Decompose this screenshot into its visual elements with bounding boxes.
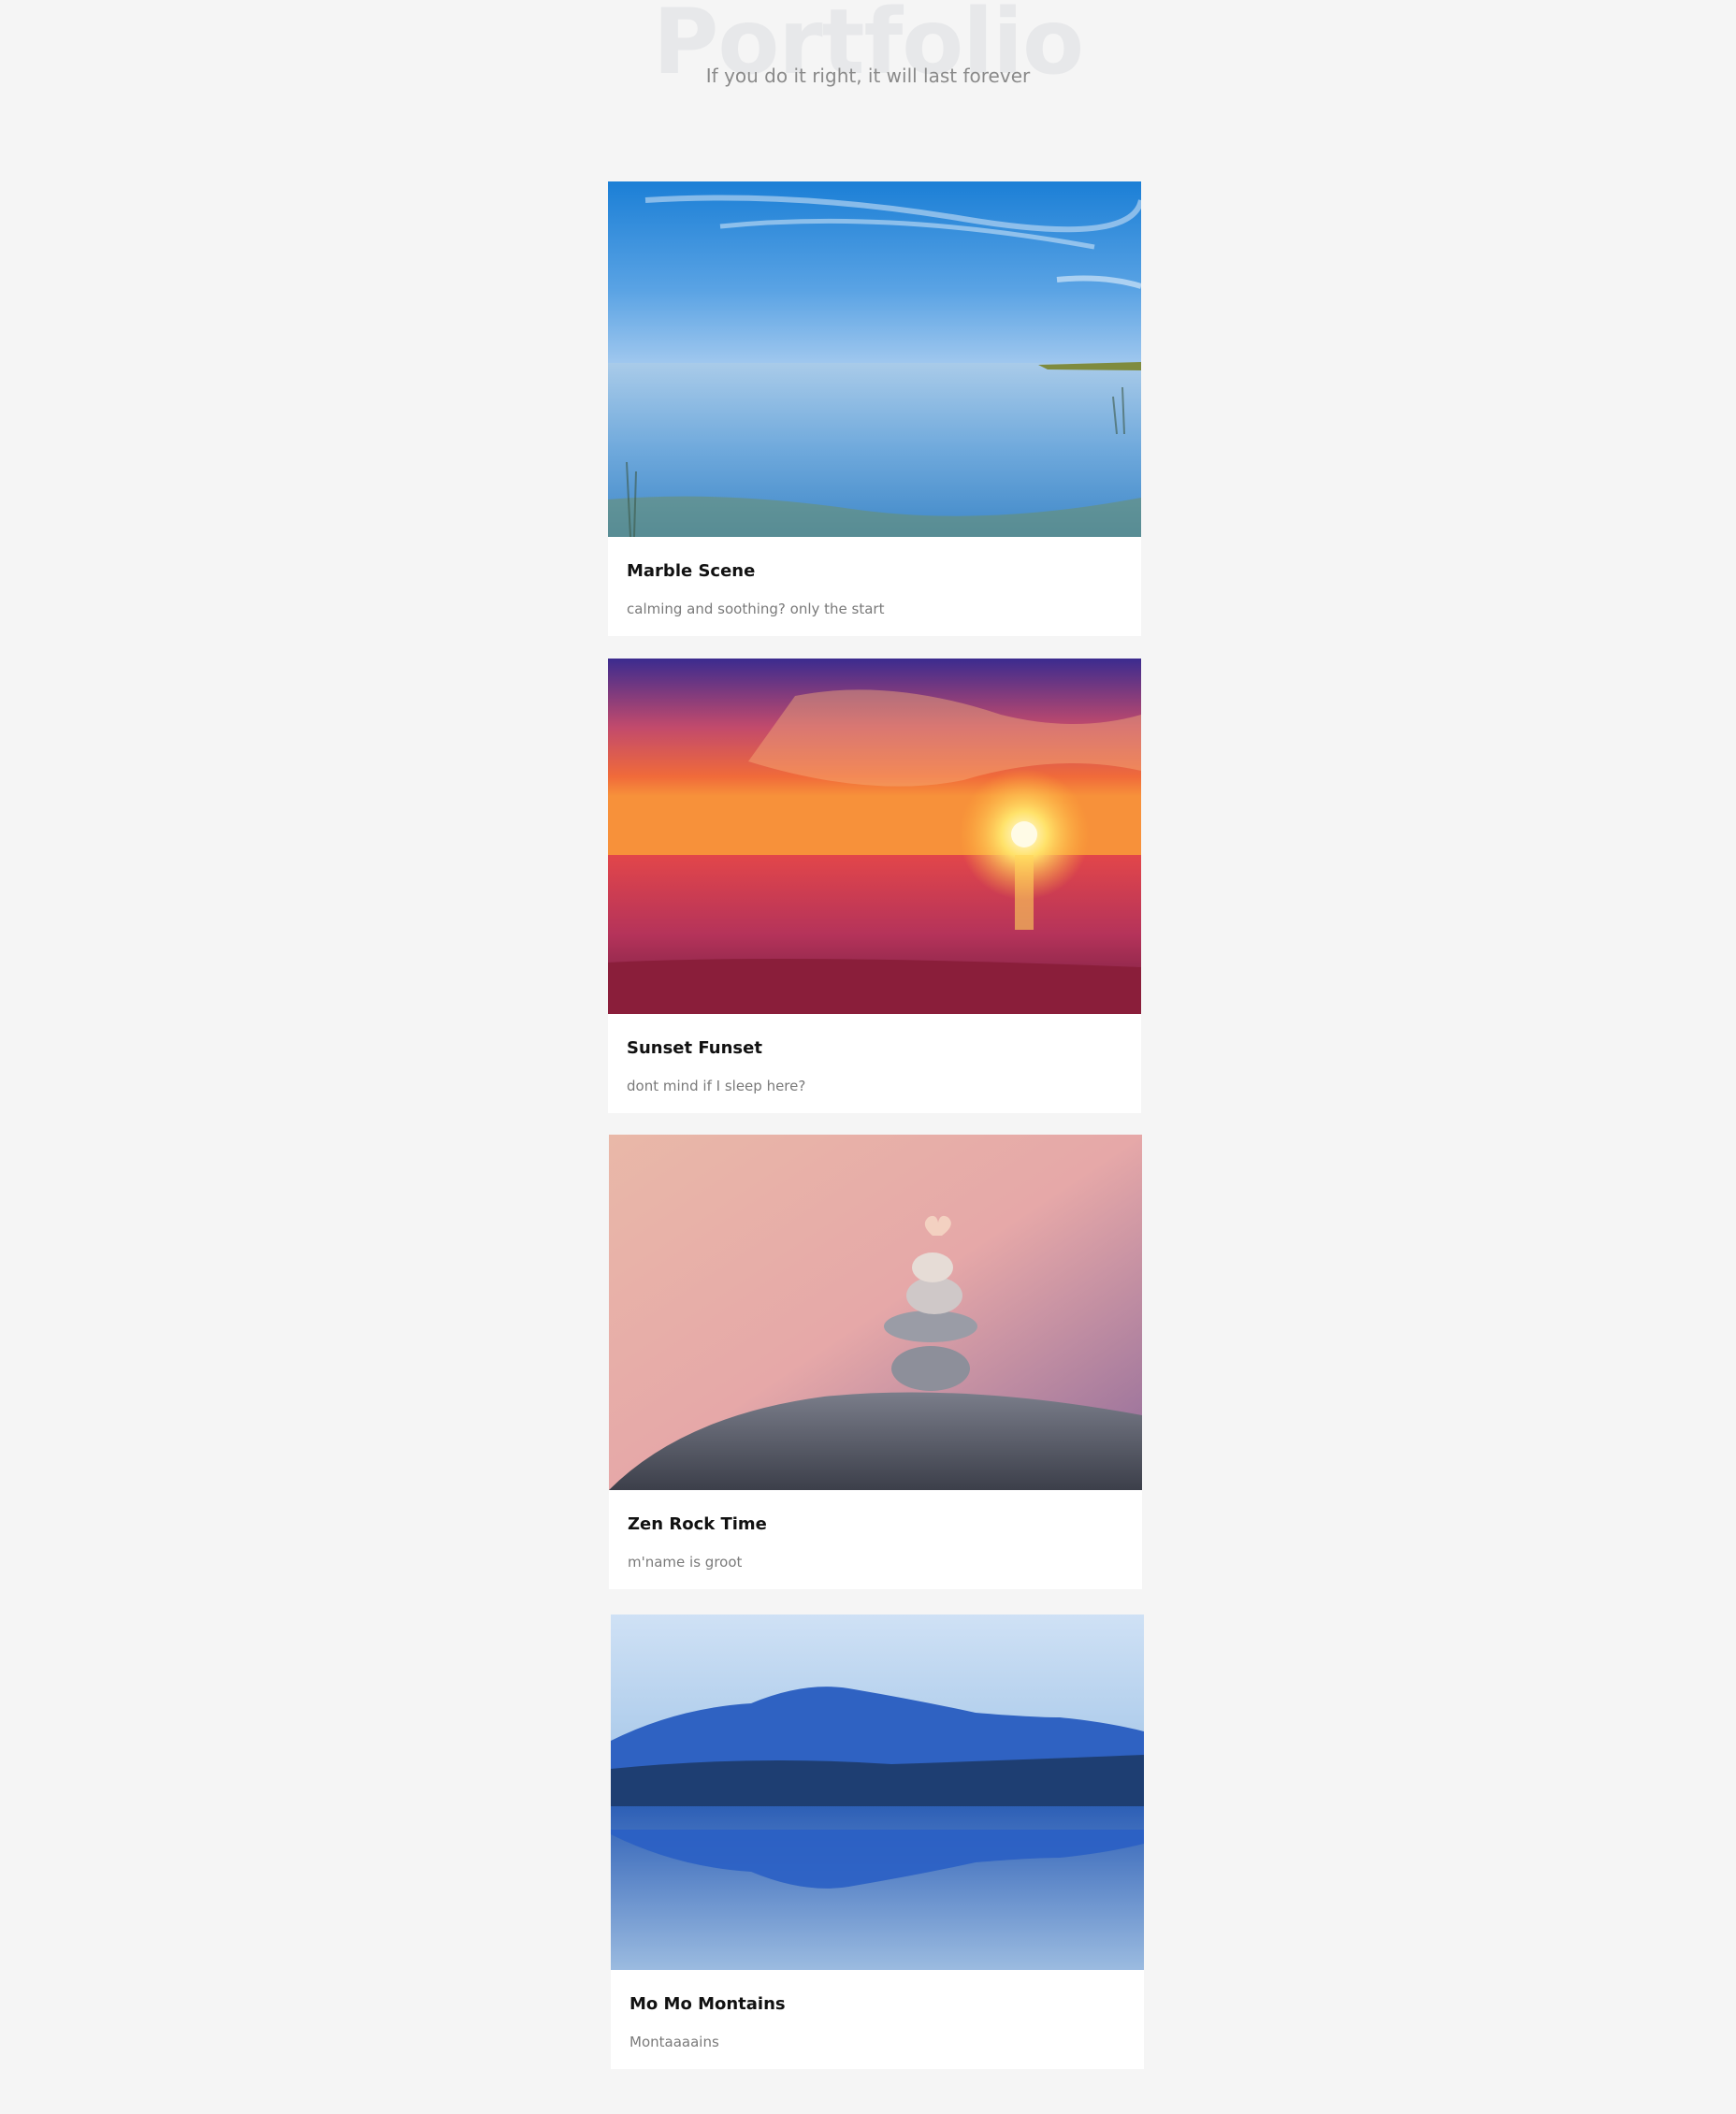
card-title: Mo Mo Montains <box>629 1994 786 2014</box>
card-title: Sunset Funset <box>627 1038 762 1058</box>
portfolio-card[interactable]: Sunset Funset dont mind if I sleep here? <box>608 659 1141 1113</box>
page-tagline: If you do it right, it will last forever <box>705 65 1031 87</box>
card-description: Montaaaains <box>629 2034 719 2050</box>
portfolio-card[interactable]: Marble Scene calming and soothing? only … <box>608 181 1141 636</box>
portfolio-page: Portfolio If you do it right, it will la… <box>0 0 1736 2114</box>
card-description: m'name is groot <box>628 1554 743 1571</box>
page-header: Portfolio If you do it right, it will la… <box>0 0 1736 103</box>
card-description: dont mind if I sleep here? <box>627 1078 806 1094</box>
portfolio-card[interactable]: Zen Rock Time m'name is groot <box>609 1135 1142 1589</box>
calm-sea-photo[interactable] <box>608 181 1141 537</box>
card-title: Marble Scene <box>627 561 756 581</box>
card-description: calming and soothing? only the start <box>627 601 885 617</box>
stacked-zen-stones-photo[interactable] <box>609 1135 1142 1490</box>
card-title: Zen Rock Time <box>628 1514 767 1534</box>
portfolio-card[interactable]: Mo Mo Montains Montaaaains <box>611 1614 1144 2069</box>
sunset-over-sea-photo[interactable] <box>608 659 1141 1014</box>
mountain-lake-reflection-photo[interactable] <box>611 1614 1144 1970</box>
